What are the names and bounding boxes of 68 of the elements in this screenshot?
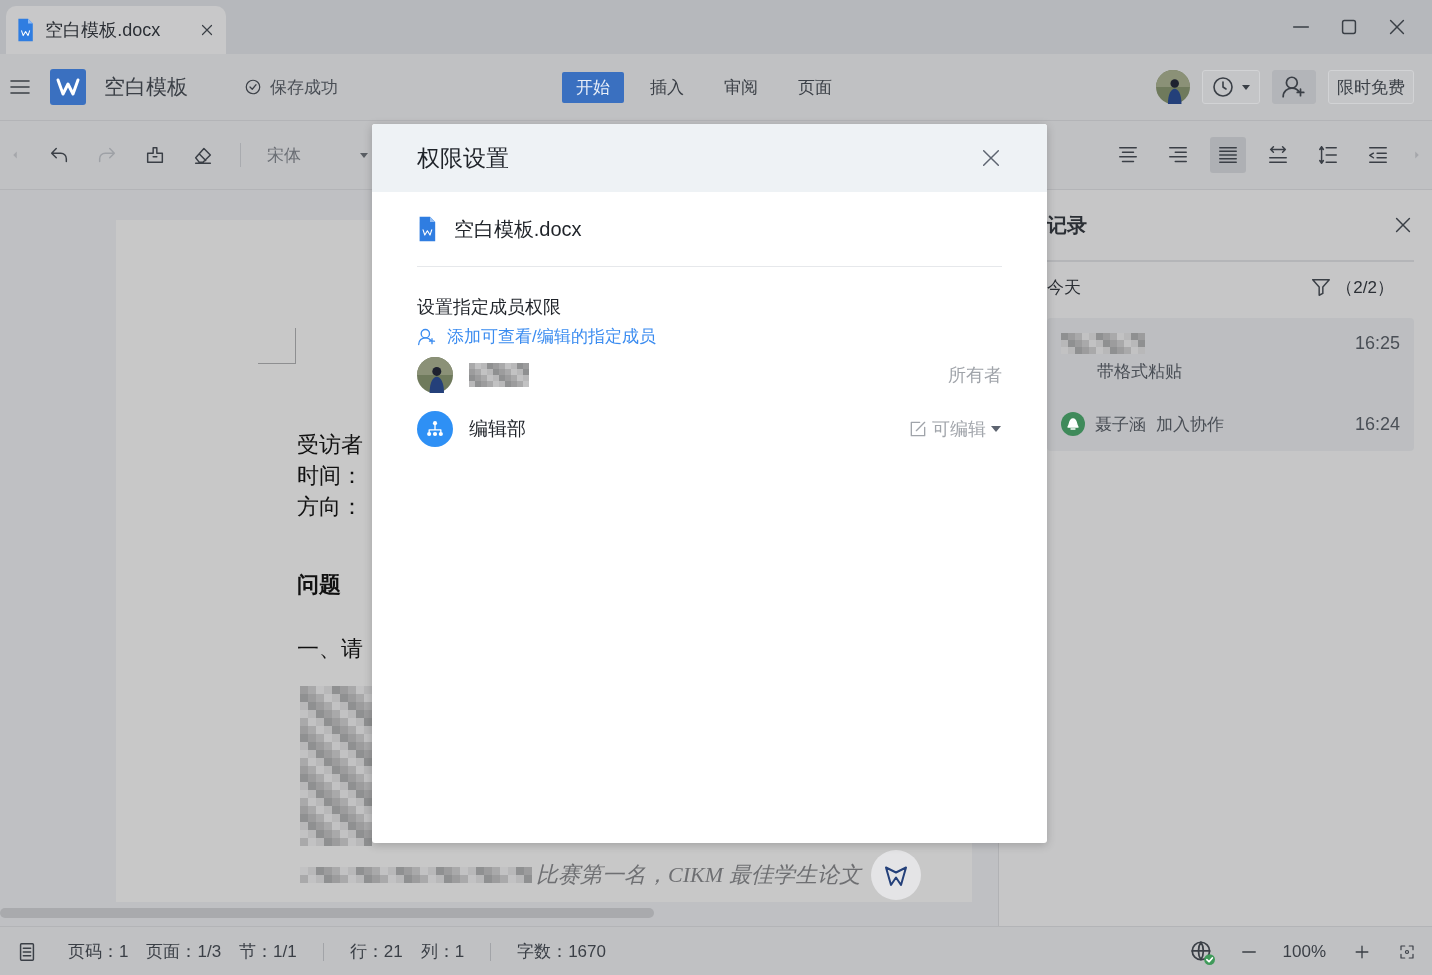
document-text: 受访者 [297, 431, 363, 459]
document-text: 方向： [297, 493, 363, 521]
status-item: 列：1 [420, 941, 465, 963]
document-icon [16, 18, 36, 42]
entry-action: 加入协作 [1156, 413, 1224, 436]
globe-check-icon[interactable] [1188, 938, 1215, 965]
close-button[interactable] [980, 147, 1002, 169]
file-name: 空白模板.docx [453, 216, 582, 242]
redacted-name [469, 363, 529, 387]
outdent-icon [1367, 144, 1389, 166]
entry-time: 16:25 [1354, 332, 1400, 354]
document-tab[interactable]: 空白模板.docx [6, 6, 226, 54]
justify-icon [1217, 144, 1239, 166]
entry-action: 带格式粘贴 [1097, 361, 1183, 383]
status-item: 节：1/1 [239, 941, 297, 963]
add-collaborator-button[interactable] [1272, 70, 1316, 104]
avatar [1156, 70, 1190, 104]
history-icon [1211, 75, 1235, 99]
format-painter-icon[interactable] [144, 144, 166, 166]
w-icon [56, 77, 80, 97]
document-text: 时间： [297, 462, 363, 490]
fullscreen-icon[interactable] [1398, 942, 1416, 961]
caret-icon [1241, 82, 1251, 92]
margin-corner-mark [258, 328, 296, 364]
bell-icon [1061, 412, 1085, 436]
document-text: 比赛第一名，CIKM 最佳学生论文 [536, 861, 861, 889]
menu-tab[interactable]: 审阅 [710, 72, 772, 103]
org-chart-icon [425, 419, 445, 439]
free-trial-button[interactable]: 限时免费 [1328, 70, 1414, 104]
status-item: 页面：1/3 [146, 941, 222, 963]
menu-tab[interactable]: 开始 [562, 72, 624, 103]
status-item: 页码：1 [68, 941, 129, 963]
member-name: 编辑部 [469, 417, 526, 441]
dialog-title: 权限设置 [417, 143, 510, 173]
history-button[interactable] [1202, 70, 1260, 104]
section-label: 设置指定成员权限 [417, 296, 562, 319]
date-label: 今天 [1047, 276, 1082, 299]
zoom-level: 100% [1282, 941, 1326, 962]
panel-title: 记录 [1047, 212, 1088, 238]
toolbar-button[interactable] [1210, 137, 1246, 173]
edit-icon [908, 419, 928, 439]
character-spacing-icon [1267, 144, 1289, 166]
filter-count: （2/2） [1336, 276, 1394, 299]
menu-tab[interactable]: 插入 [636, 72, 698, 103]
assistant-icon[interactable] [870, 850, 921, 900]
add-member-link[interactable]: 添加可查看/编辑的指定成员 [417, 325, 656, 348]
section-heading: 问题 [297, 571, 341, 599]
document-title: 空白模板 [104, 74, 188, 100]
close-icon [980, 147, 1002, 169]
minus-icon [1240, 949, 1257, 954]
check-circle-icon [244, 78, 262, 96]
filter-icon[interactable] [1310, 276, 1333, 298]
user-name: 聂子涵 [1095, 413, 1146, 436]
zoom-out-button[interactable] [1240, 949, 1257, 954]
caret-icon [359, 150, 369, 160]
status-item: 行：21 [349, 941, 403, 963]
document-icon [417, 216, 438, 242]
entry-time: 16:24 [1354, 413, 1400, 435]
document-text: 一、请 [297, 635, 363, 663]
line-spacing-icon [1317, 144, 1339, 166]
avatar [417, 357, 453, 393]
add-user-icon [417, 326, 437, 347]
add-user-icon [1281, 74, 1307, 100]
tab-title: 空白模板.docx [45, 19, 162, 42]
menu-tab[interactable]: 页面 [784, 72, 846, 103]
member-role: 所有者 [948, 364, 1002, 387]
save-status: 保存成功 [270, 76, 338, 99]
status-item: 字数：1670 [517, 941, 606, 963]
